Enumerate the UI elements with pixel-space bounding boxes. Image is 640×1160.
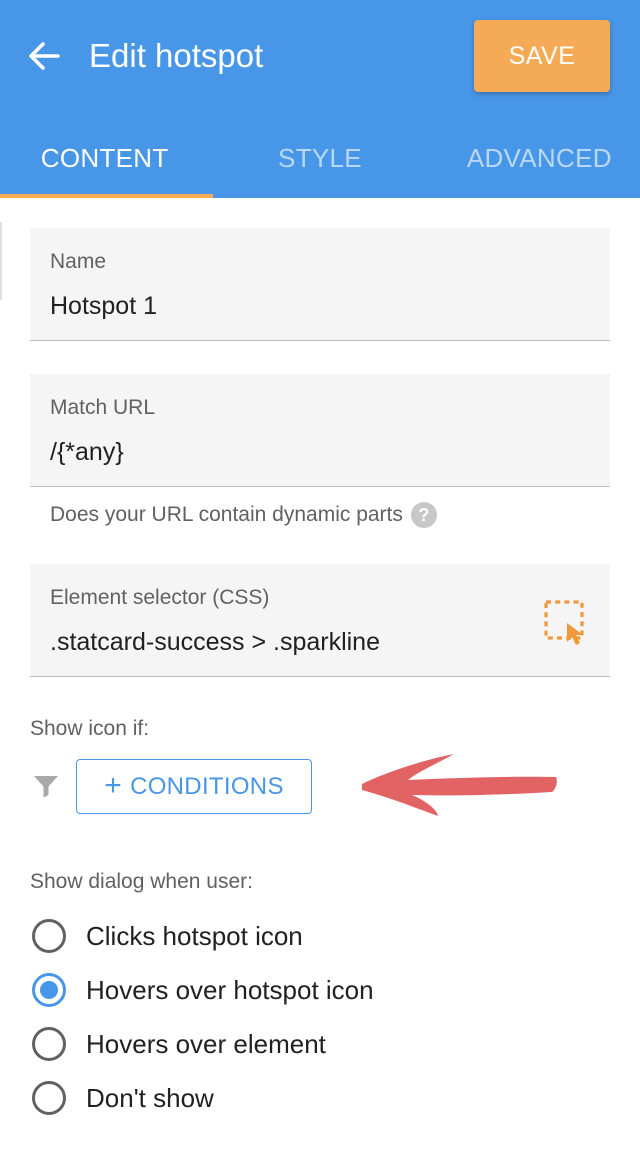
tab-label: CONTENT — [40, 142, 169, 173]
match-url-help: Does your URL contain dynamic parts ? — [50, 502, 437, 528]
filter-icon — [34, 776, 58, 798]
app-bar: Edit hotspot SAVE CONTENT STYLE ADVANCED — [0, 0, 640, 198]
save-button[interactable]: SAVE — [474, 20, 610, 92]
element-selector-input[interactable]: .statcard-success > .sparkline — [50, 628, 380, 657]
radio-dont-show[interactable]: Don't show — [32, 1078, 214, 1118]
help-icon[interactable]: ? — [410, 502, 437, 528]
add-conditions-label: CONDITIONS — [130, 772, 284, 800]
radio-hovers-element[interactable]: Hovers over element — [32, 1024, 326, 1064]
tab-advanced[interactable]: ADVANCED — [427, 118, 640, 198]
arrow-left-icon — [29, 42, 60, 70]
match-url-label: Match URL — [50, 396, 156, 419]
tab-style[interactable]: STYLE — [213, 118, 426, 198]
back-button[interactable] — [24, 36, 64, 76]
show-icon-label: Show icon if: — [30, 717, 150, 740]
radio-label: Hovers over element — [86, 1028, 326, 1059]
radio-button[interactable] — [32, 1027, 66, 1061]
show-dialog-label: Show dialog when user: — [30, 870, 253, 893]
radio-label: Don't show — [86, 1082, 214, 1113]
radio-label: Clicks hotspot icon — [86, 920, 303, 951]
tab-bar: CONTENT STYLE ADVANCED — [0, 118, 640, 198]
name-input[interactable]: Hotspot 1 — [50, 292, 157, 321]
match-url-help-text: Does your URL contain dynamic parts — [50, 503, 403, 526]
radio-button[interactable] — [32, 919, 66, 953]
radio-hovers-hotspot-icon[interactable]: Hovers over hotspot icon — [32, 970, 374, 1010]
name-label: Name — [50, 250, 107, 273]
annotation-arrow — [362, 754, 557, 816]
match-url-field[interactable]: Match URL /{*any} — [30, 374, 610, 487]
radio-button[interactable] — [32, 1081, 66, 1115]
element-selector-field[interactable]: Element selector (CSS) .statcard-success… — [30, 564, 610, 677]
name-field[interactable]: Name Hotspot 1 — [30, 228, 610, 341]
add-conditions-button[interactable]: + CONDITIONS — [76, 759, 312, 814]
element-selector-label: Element selector (CSS) — [50, 586, 270, 609]
panel-edge — [0, 222, 2, 300]
page-title: Edit hotspot — [89, 37, 264, 74]
radio-label: Hovers over hotspot icon — [86, 974, 374, 1005]
radio-clicks-hotspot-icon[interactable]: Clicks hotspot icon — [32, 916, 303, 956]
radio-button-selected[interactable] — [32, 973, 66, 1007]
tab-label: ADVANCED — [466, 142, 612, 173]
tab-content[interactable]: CONTENT — [0, 118, 214, 198]
element-picker-button[interactable] — [540, 596, 592, 648]
element-picker-icon — [544, 600, 584, 645]
plus-icon: + — [104, 768, 123, 802]
match-url-input[interactable]: /{*any} — [50, 438, 124, 467]
tab-label: STYLE — [278, 142, 362, 173]
